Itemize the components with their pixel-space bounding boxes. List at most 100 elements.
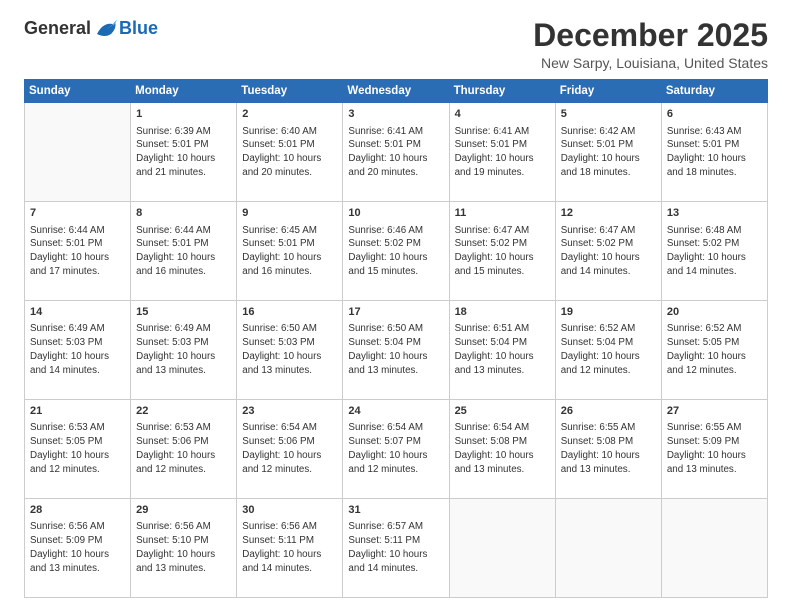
calendar-week-row: 1Sunrise: 6:39 AMSunset: 5:01 PMDaylight… (25, 103, 768, 202)
sunset-text: Sunset: 5:06 PM (136, 435, 231, 449)
daylight-text: Daylight: 10 hours and 13 minutes. (455, 350, 550, 377)
day-number: 16 (242, 305, 337, 320)
day-number: 22 (136, 404, 231, 419)
sunrise-text: Sunrise: 6:46 AM (348, 224, 443, 238)
table-row: 24Sunrise: 6:54 AMSunset: 5:07 PMDayligh… (343, 400, 449, 499)
col-thursday: Thursday (449, 80, 555, 103)
daylight-text: Daylight: 10 hours and 12 minutes. (242, 449, 337, 476)
day-number: 17 (348, 305, 443, 320)
day-number: 1 (136, 107, 231, 122)
day-number: 4 (455, 107, 550, 122)
daylight-text: Daylight: 10 hours and 18 minutes. (561, 152, 656, 179)
table-row: 25Sunrise: 6:54 AMSunset: 5:08 PMDayligh… (449, 400, 555, 499)
table-row (449, 499, 555, 598)
sunset-text: Sunset: 5:03 PM (30, 336, 125, 350)
table-row: 2Sunrise: 6:40 AMSunset: 5:01 PMDaylight… (237, 103, 343, 202)
calendar-week-row: 14Sunrise: 6:49 AMSunset: 5:03 PMDayligh… (25, 301, 768, 400)
daylight-text: Daylight: 10 hours and 14 minutes. (30, 350, 125, 377)
table-row: 28Sunrise: 6:56 AMSunset: 5:09 PMDayligh… (25, 499, 131, 598)
daylight-text: Daylight: 10 hours and 19 minutes. (455, 152, 550, 179)
sunrise-text: Sunrise: 6:57 AM (348, 520, 443, 534)
month-title: December 2025 (533, 18, 768, 53)
table-row: 26Sunrise: 6:55 AMSunset: 5:08 PMDayligh… (555, 400, 661, 499)
daylight-text: Daylight: 10 hours and 13 minutes. (136, 350, 231, 377)
table-row: 21Sunrise: 6:53 AMSunset: 5:05 PMDayligh… (25, 400, 131, 499)
table-row (661, 499, 767, 598)
table-row: 23 Sunrise: 6:54 AMSunset: 5:06 PMDayligh… (237, 400, 343, 499)
location-text: New Sarpy, Louisiana, United States (533, 55, 768, 71)
sunset-text: Sunset: 5:03 PM (136, 336, 231, 350)
col-saturday: Saturday (661, 80, 767, 103)
sunset-text: Sunset: 5:06 PM (242, 435, 337, 449)
sunrise-text: Sunrise: 6:39 AM (136, 125, 231, 139)
table-row: 6Sunrise: 6:43 AMSunset: 5:01 PMDaylight… (661, 103, 767, 202)
day-number: 23 (242, 404, 337, 419)
table-row: 16Sunrise: 6:50 AMSunset: 5:03 PMDayligh… (237, 301, 343, 400)
daylight-text: Daylight: 10 hours and 12 minutes. (30, 449, 125, 476)
daylight-text: Daylight: 10 hours and 16 minutes. (242, 251, 337, 278)
table-row: 27Sunrise: 6:55 AMSunset: 5:09 PMDayligh… (661, 400, 767, 499)
day-number: 15 (136, 305, 231, 320)
sunrise-text: Sunrise: 6:53 AM (136, 421, 231, 435)
table-row: 10 Sunrise: 6:46 AMSunset: 5:02 PMDayligh… (343, 202, 449, 301)
table-row: 11Sunrise: 6:47 AMSunset: 5:02 PMDayligh… (449, 202, 555, 301)
calendar-week-row: 28Sunrise: 6:56 AMSunset: 5:09 PMDayligh… (25, 499, 768, 598)
sunrise-text: Sunrise: 6:52 AM (667, 322, 762, 336)
daylight-text: Daylight: 10 hours and 21 minutes. (136, 152, 231, 179)
day-number: 20 (667, 305, 762, 320)
sunset-text: Sunset: 5:01 PM (455, 138, 550, 152)
title-area: December 2025 New Sarpy, Louisiana, Unit… (533, 18, 768, 71)
table-row: 7Sunrise: 6:44 AMSunset: 5:01 PMDaylight… (25, 202, 131, 301)
sunrise-text: Sunrise: 6:49 AM (30, 322, 125, 336)
sunset-text: Sunset: 5:08 PM (561, 435, 656, 449)
table-row: 20Sunrise: 6:52 AMSunset: 5:05 PMDayligh… (661, 301, 767, 400)
day-number: 27 (667, 404, 762, 419)
calendar-header-row: Sunday Monday Tuesday Wednesday Thursday… (25, 80, 768, 103)
daylight-text: Daylight: 10 hours and 13 minutes. (30, 548, 125, 575)
sunset-text: Sunset: 5:02 PM (455, 237, 550, 251)
day-number: 6 (667, 107, 762, 122)
sunrise-text: Sunrise: 6:52 AM (561, 322, 656, 336)
daylight-text: Daylight: 10 hours and 13 minutes. (348, 350, 443, 377)
sunrise-text: Sunrise: 6:44 AM (136, 224, 231, 238)
col-friday: Friday (555, 80, 661, 103)
daylight-text: Daylight: 10 hours and 20 minutes. (348, 152, 443, 179)
sunset-text: Sunset: 5:02 PM (348, 237, 443, 251)
sunrise-text: Sunrise: 6:56 AM (136, 520, 231, 534)
daylight-text: Daylight: 10 hours and 17 minutes. (30, 251, 125, 278)
day-number: 10 (348, 206, 443, 221)
sunrise-text: Sunrise: 6:49 AM (136, 322, 231, 336)
sunrise-text: Sunrise: 6:47 AM (455, 224, 550, 238)
table-row: 31Sunrise: 6:57 AMSunset: 5:11 PMDayligh… (343, 499, 449, 598)
sunrise-text: Sunrise: 6:48 AM (667, 224, 762, 238)
sunset-text: Sunset: 5:03 PM (242, 336, 337, 350)
sunrise-text: Sunrise: 6:54 AM (242, 421, 337, 435)
day-number: 7 (30, 206, 125, 221)
table-row: 30Sunrise: 6:56 AMSunset: 5:11 PMDayligh… (237, 499, 343, 598)
sunrise-text: Sunrise: 6:55 AM (561, 421, 656, 435)
daylight-text: Daylight: 10 hours and 16 minutes. (136, 251, 231, 278)
sunset-text: Sunset: 5:01 PM (561, 138, 656, 152)
day-number: 24 (348, 404, 443, 419)
day-number: 2 (242, 107, 337, 122)
sunset-text: Sunset: 5:10 PM (136, 534, 231, 548)
col-monday: Monday (131, 80, 237, 103)
sunset-text: Sunset: 5:04 PM (348, 336, 443, 350)
sunrise-text: Sunrise: 6:44 AM (30, 224, 125, 238)
table-row: 5Sunrise: 6:42 AMSunset: 5:01 PMDaylight… (555, 103, 661, 202)
sunset-text: Sunset: 5:01 PM (242, 138, 337, 152)
sunrise-text: Sunrise: 6:51 AM (455, 322, 550, 336)
table-row: 22Sunrise: 6:53 AMSunset: 5:06 PMDayligh… (131, 400, 237, 499)
table-row: 9Sunrise: 6:45 AMSunset: 5:01 PMDaylight… (237, 202, 343, 301)
sunset-text: Sunset: 5:09 PM (30, 534, 125, 548)
day-number: 14 (30, 305, 125, 320)
table-row: 18Sunrise: 6:51 AMSunset: 5:04 PMDayligh… (449, 301, 555, 400)
sunset-text: Sunset: 5:11 PM (348, 534, 443, 548)
sunset-text: Sunset: 5:02 PM (561, 237, 656, 251)
daylight-text: Daylight: 10 hours and 15 minutes. (348, 251, 443, 278)
table-row: 14 Sunrise: 6:49 AMSunset: 5:03 PMDayligh… (25, 301, 131, 400)
day-number: 30 (242, 503, 337, 518)
header: General Blue December 2025 New Sarpy, Lo… (24, 18, 768, 71)
sunset-text: Sunset: 5:01 PM (348, 138, 443, 152)
sunrise-text: Sunrise: 6:40 AM (242, 125, 337, 139)
